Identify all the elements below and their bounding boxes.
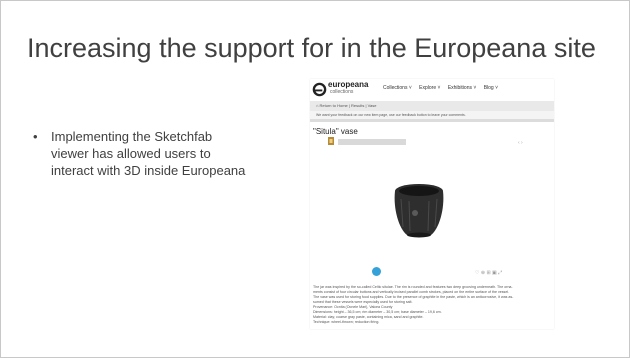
bullet-marker: • [33, 129, 38, 144]
description-line: Technique: wheel-thrown; reduction firin… [313, 320, 380, 324]
slide-title: Increasing the support for in the Europe… [27, 33, 596, 63]
europeana-brand: europeana [328, 80, 369, 89]
nav-explore[interactable]: Explore ˅ [419, 85, 440, 91]
item-title: "Situla" vase [313, 127, 358, 136]
bullet-text: Implementing the Sketchfab viewer has al… [51, 129, 246, 178]
divider [310, 119, 554, 122]
item-nav-arrows[interactable]: ‹ › [518, 140, 523, 146]
viewer-tools[interactable]: ♡ ⊕ ⊞ ▣ ⤢ [475, 270, 502, 276]
europeana-header: europeana collections Collections ˅ Expl… [310, 79, 554, 101]
feedback-banner: We want your feedback on our new item pa… [310, 111, 554, 119]
feedback-text: We want your feedback on our new item pa… [316, 113, 466, 117]
europeana-nav: Collections ˅ Explore ˅ Exhibitions ˅ Bl… [383, 85, 504, 91]
provider-name-blurred [338, 139, 406, 145]
play-button[interactable] [372, 267, 381, 276]
slide: Increasing the support for in the Europe… [0, 0, 630, 358]
nav-collections[interactable]: Collections ˅ [383, 85, 412, 91]
nav-blog[interactable]: Blog ˅ [484, 85, 498, 91]
europeana-logo-icon [312, 82, 327, 97]
breadcrumb-text[interactable]: ⌂ Return to Home | Results | Vase [316, 103, 376, 108]
nav-exhibitions[interactable]: Exhibitions ˅ [448, 85, 477, 91]
breadcrumb: ⌂ Return to Home | Results | Vase [310, 101, 554, 111]
item-description: The jar was inspired by the so-called Ce… [313, 285, 551, 325]
bullet-list-item: • Implementing the Sketchfab viewer has … [33, 128, 248, 179]
vase-3d-model[interactable] [385, 179, 453, 239]
europeana-screenshot: europeana collections Collections ˅ Expl… [310, 79, 554, 329]
europeana-brand-sub: collections [330, 89, 354, 95]
provider-icon [328, 137, 334, 145]
